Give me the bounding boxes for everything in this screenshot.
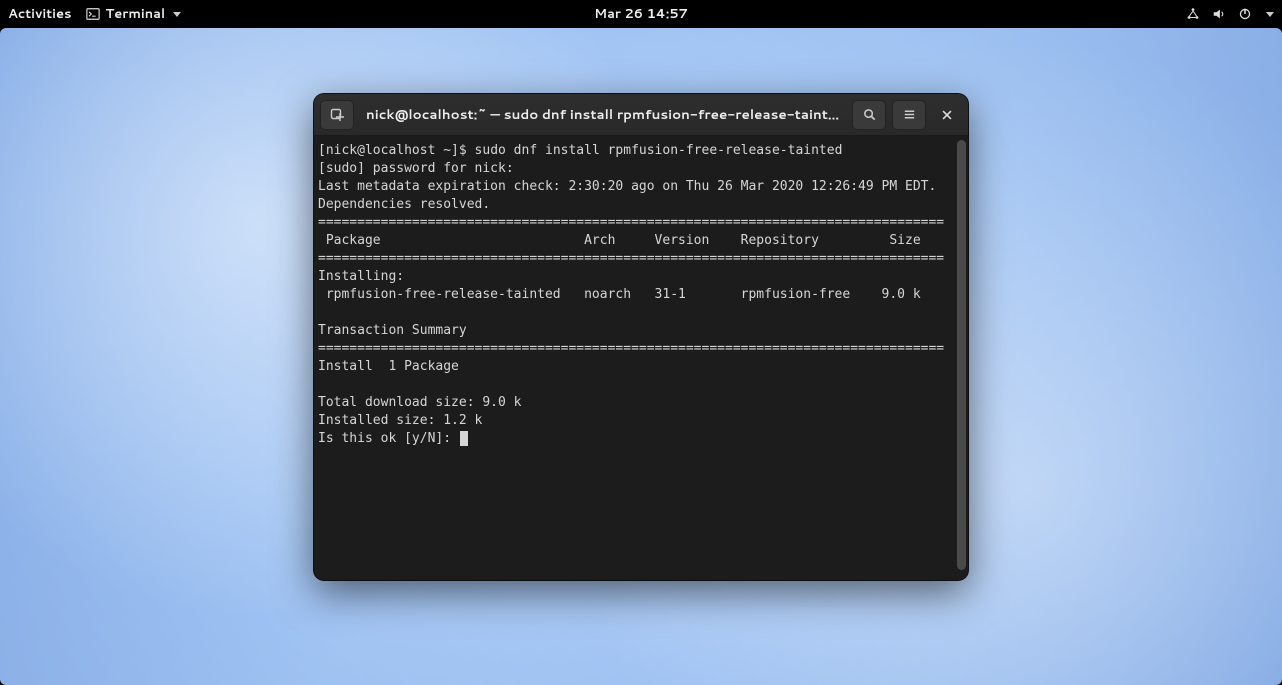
installing-label: Installing: [318,269,404,284]
terminal-scrollbar[interactable] [957,140,966,570]
gnome-topbar: Activities Terminal Mar 26 14:57 [0,0,1282,28]
volume-icon[interactable] [1212,7,1226,21]
clock-label: Mar 26 14:57 [594,5,688,23]
total-download-size: Total download size: 9.0 k [318,395,522,410]
new-tab-button[interactable] [320,100,354,130]
installed-size: Installed size: 1.2 k [318,413,482,428]
system-menu-chevron-icon[interactable] [1266,12,1274,17]
rule-top: ========================================… [318,215,944,230]
search-button[interactable] [852,100,886,130]
terminal-window: nick@localhost:~ — sudo dnf install rpmf… [314,94,968,580]
package-row: rpmfusion-free-release-tainted noarch 31… [318,287,921,302]
power-icon[interactable] [1238,7,1252,21]
rule-bottom: ========================================… [318,341,944,356]
rule-mid: ========================================… [318,251,944,266]
table-header: Package Arch Version Repository Size [318,233,921,248]
chevron-down-icon [173,12,181,17]
shell-prompt: [nick@localhost ~]$ [318,143,475,158]
terminal-app-icon [86,7,100,21]
network-icon[interactable] [1186,7,1200,21]
menu-button[interactable] [892,100,926,130]
metadata-check-line: Last metadata expiration check: 2:30:20 … [318,179,936,194]
confirm-prompt: Is this ok [y/N]: [318,431,459,446]
clock[interactable]: Mar 26 14:57 [594,5,688,23]
window-title: nick@localhost:~ — sudo dnf install rpmf… [360,105,846,124]
typed-command: sudo dnf install rpmfusion-free-release-… [475,143,843,158]
window-titlebar[interactable]: nick@localhost:~ — sudo dnf install rpmf… [314,94,968,136]
dependencies-resolved: Dependencies resolved. [318,197,490,212]
app-menu[interactable]: Terminal [86,5,182,23]
activities-button[interactable]: Activities [8,5,72,23]
app-menu-label: Terminal [106,5,166,23]
terminal-output[interactable]: [nick@localhost ~]$ sudo dnf install rpm… [314,136,968,580]
terminal-cursor [460,431,468,446]
sudo-password-prompt: [sudo] password for nick: [318,161,522,176]
close-button[interactable] [932,100,962,130]
install-count: Install 1 Package [318,359,459,374]
transaction-summary-label: Transaction Summary [318,323,467,338]
